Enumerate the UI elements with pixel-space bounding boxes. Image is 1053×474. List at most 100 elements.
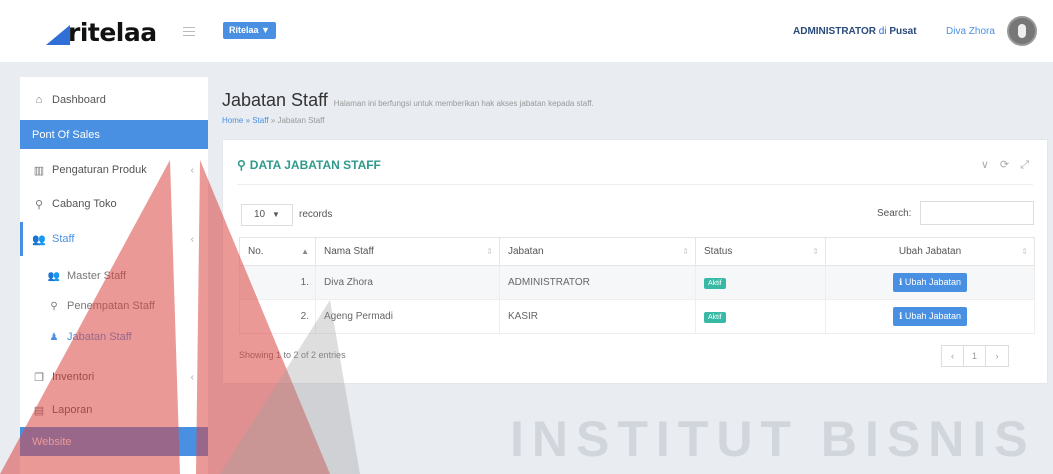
- cell-no: 2.: [239, 299, 316, 334]
- column-header-label: Nama Staff: [324, 246, 374, 257]
- sidebar-item-dashboard[interactable]: ⌂ Dashboard: [20, 83, 208, 117]
- sidebar-subitem-penempatan-staff[interactable]: ⚲ Penempatan Staff: [20, 291, 208, 321]
- logo-text: ritelaa: [68, 17, 157, 47]
- cell-nama: Diva Zhora: [315, 265, 500, 300]
- column-header-jabatan[interactable]: Jabatan ⇕: [499, 237, 696, 266]
- breadcrumb: Home » Staff » Jabatan Staff: [222, 116, 324, 125]
- cell-nama: Ageng Permadi: [315, 299, 500, 334]
- sidebar-item-label: Laporan: [52, 404, 93, 416]
- sidebar: ⌂ Dashboard Pont Of Sales ▥ Pengaturan P…: [20, 77, 208, 474]
- ubah-jabatan-button[interactable]: ℹ Ubah Jabatan: [893, 307, 967, 326]
- sort-icon: ⇕: [1021, 247, 1028, 256]
- cell-jabatan: ADMINISTRATOR: [499, 265, 696, 300]
- sidebar-section-label: Pont Of Sales: [32, 128, 100, 141]
- page-subtitle: Halaman ini berfungsi untuk memberikan h…: [333, 99, 594, 108]
- building-icon: ▥: [33, 164, 45, 177]
- avatar[interactable]: [1007, 16, 1037, 46]
- column-header-label: Status: [704, 246, 733, 257]
- column-header-status[interactable]: Status ⇕: [695, 237, 826, 266]
- sidebar-item-label: Cabang Toko: [52, 198, 117, 210]
- users-icon: 👥: [32, 233, 46, 246]
- watermark-text: INSTITUT BISNIS: [510, 411, 1036, 467]
- location-prefix: di: [878, 26, 887, 37]
- chevron-down-icon: ‹: [190, 233, 194, 245]
- page-title: Jabatan Staff: [222, 90, 328, 110]
- sidebar-subitem-label: Master Staff: [67, 270, 127, 282]
- file-icon: ▤: [33, 404, 45, 417]
- pager-prev-button[interactable]: ‹: [942, 346, 964, 366]
- sitemap-icon: ♟: [49, 331, 59, 343]
- sidebar-item-produk[interactable]: ▥ Pengaturan Produk ‹: [20, 153, 208, 187]
- sidebar-item-label: Dashboard: [52, 94, 106, 106]
- column-header-label: No.: [248, 246, 264, 257]
- status-badge: Aktif: [704, 277, 726, 289]
- copy-icon: ❐: [34, 371, 44, 384]
- sidebar-section-label: Website: [32, 435, 72, 448]
- status-badge: Aktif: [704, 311, 726, 323]
- role-label: ADMINISTRATOR: [793, 26, 876, 37]
- breadcrumb-home[interactable]: Home: [222, 116, 243, 125]
- logo-mark-icon: [46, 25, 70, 45]
- breadcrumb-staff[interactable]: » Staff: [246, 116, 269, 125]
- sidebar-subitem-jabatan-staff[interactable]: ♟ Jabatan Staff: [20, 322, 208, 352]
- user-name[interactable]: Diva Zhora: [946, 26, 995, 37]
- search-label: Search:: [877, 208, 912, 219]
- column-header-label: Jabatan: [508, 246, 544, 257]
- app-logo[interactable]: ritelaa: [46, 14, 157, 50]
- page-title-block: Jabatan Staff Halaman ini berfungsi untu…: [222, 90, 594, 111]
- cell-status: Aktif: [695, 265, 826, 300]
- sidebar-section-pos: Pont Of Sales: [20, 120, 208, 149]
- panel-divider: [237, 184, 1033, 185]
- sidebar-item-label: Inventori: [52, 371, 95, 383]
- panel-tools[interactable]: ∨ ⟳ ⤢: [981, 158, 1033, 172]
- cell-action: ℹ Ubah Jabatan: [825, 265, 1035, 300]
- home-icon: ⌂: [35, 94, 43, 106]
- caret-down-icon: ▼: [272, 210, 280, 219]
- sidebar-item-cabang[interactable]: ⚲ Cabang Toko: [20, 187, 208, 221]
- sidebar-subitem-label: Penempatan Staff: [67, 300, 155, 312]
- pagination: ‹ 1 ›: [941, 345, 1009, 367]
- sort-asc-icon: ▲: [301, 247, 309, 256]
- chevron-left-icon: ‹: [190, 164, 194, 176]
- users-icon: 👥: [47, 270, 61, 282]
- staff-table: No. ▲ Nama Staff ⇕ Jabatan ⇕ Status ⇕ Ub…: [239, 237, 1035, 334]
- breadcrumb-current: » Jabatan Staff: [270, 116, 325, 125]
- records-label: records: [299, 209, 333, 220]
- pager-page-button[interactable]: 1: [964, 346, 986, 366]
- sidebar-subitem-label: Jabatan Staff: [67, 331, 132, 343]
- pager-next-button[interactable]: ›: [986, 346, 1008, 366]
- hamburger-menu-icon[interactable]: [183, 27, 195, 36]
- map-marker-icon: ⚲: [237, 158, 246, 172]
- sidebar-section-website: Website: [20, 427, 208, 456]
- sidebar-item-inventori[interactable]: ❐ Inventori ‹: [20, 360, 208, 394]
- table-row: 1. Diva Zhora ADMINISTRATOR Aktif ℹ Ubah…: [239, 265, 1035, 300]
- column-header-nama[interactable]: Nama Staff ⇕: [315, 237, 500, 266]
- store-switch-button[interactable]: Ritelaa ▼: [223, 22, 276, 39]
- cell-action: ℹ Ubah Jabatan: [825, 299, 1035, 334]
- sort-icon: ⇕: [812, 247, 819, 256]
- map-marker-icon: ⚲: [34, 198, 44, 211]
- column-header-ubah[interactable]: Ubah Jabatan ⇕: [825, 237, 1035, 266]
- search-input[interactable]: [920, 201, 1034, 225]
- ubah-jabatan-button[interactable]: ℹ Ubah Jabatan: [893, 273, 967, 292]
- records-length-select[interactable]: 10 ▼: [241, 204, 293, 226]
- sidebar-item-staff[interactable]: 👥 Staff ‹: [20, 222, 208, 256]
- location-label: Pusat: [889, 26, 917, 37]
- sidebar-item-laporan[interactable]: ▤ Laporan: [20, 393, 208, 427]
- chevron-left-icon: ‹: [190, 371, 194, 383]
- sidebar-item-label: Staff: [52, 233, 75, 245]
- column-header-no[interactable]: No. ▲: [239, 237, 316, 266]
- cell-jabatan: KASIR: [499, 299, 696, 334]
- sort-icon: ⇕: [486, 247, 493, 256]
- column-header-label: Ubah Jabatan: [898, 246, 962, 257]
- panel-title-text: DATA JABATAN STAFF: [249, 158, 381, 172]
- user-role: ADMINISTRATOR di Pusat: [793, 26, 917, 37]
- data-panel: ⚲ DATA JABATAN STAFF ∨ ⟳ ⤢ 10 ▼ records …: [222, 139, 1048, 384]
- sidebar-subitem-master-staff[interactable]: 👥 Master Staff: [20, 261, 208, 291]
- table-header-row: No. ▲ Nama Staff ⇕ Jabatan ⇕ Status ⇕ Ub…: [239, 237, 1035, 266]
- cell-status: Aktif: [695, 299, 826, 334]
- table-row: 2. Ageng Permadi KASIR Aktif ℹ Ubah Jaba…: [239, 299, 1035, 334]
- map-marker-icon: ⚲: [50, 300, 58, 312]
- records-length-value: 10: [254, 209, 266, 220]
- sidebar-item-label: Pengaturan Produk: [52, 164, 147, 176]
